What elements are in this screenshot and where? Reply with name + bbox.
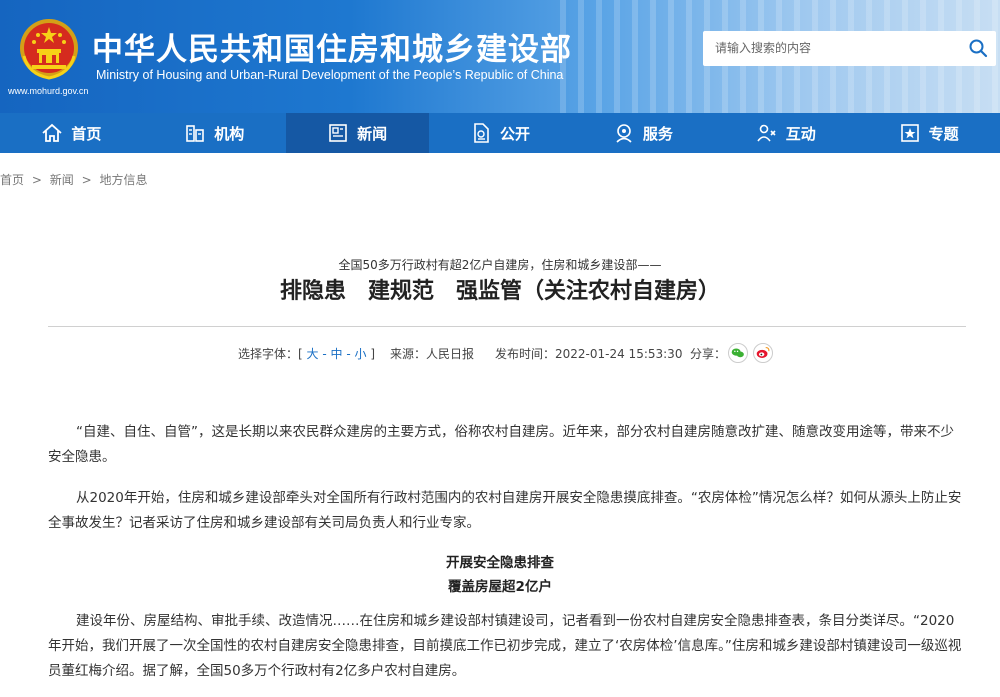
nav-item-label: 首页 xyxy=(71,124,102,143)
national-emblem-icon xyxy=(20,19,78,80)
weibo-share-icon[interactable] xyxy=(753,343,773,363)
wechat-share-icon[interactable] xyxy=(728,343,748,363)
nav-item-topic[interactable]: 专题 xyxy=(857,113,1000,153)
share-label: 分享： xyxy=(690,347,727,361)
main-nav: 首页 机构 新闻 公开 服务 互动 专题 xyxy=(0,113,1000,153)
nav-item-label: 新闻 xyxy=(357,124,388,143)
nav-item-institutions[interactable]: 机构 xyxy=(143,113,286,153)
site-title-cn[interactable]: 中华人民共和国住房和城乡建设部 xyxy=(92,24,572,69)
nav-item-label: 专题 xyxy=(928,124,959,143)
section-heading: 开展安全隐患排查 xyxy=(446,555,554,571)
site-title-en: Ministry of Housing and Urban-Rural Deve… xyxy=(96,68,564,82)
search-box xyxy=(703,31,996,66)
search-icon[interactable] xyxy=(968,38,988,58)
font-size-selector: 选择字体：[ 大 - 中 - 小 ] xyxy=(238,345,375,362)
wechat-icon xyxy=(731,348,744,358)
home-icon xyxy=(42,123,63,142)
article-paragraph: “自建、自住、自管”，这是长期以来农民群众建房的主要方式，俗称农村自建房。近年来… xyxy=(48,424,954,465)
document-icon xyxy=(474,123,489,143)
breadcrumb-separator: > xyxy=(31,173,42,187)
breadcrumb-separator: > xyxy=(81,173,92,187)
service-icon xyxy=(616,124,632,143)
nav-item-label: 机构 xyxy=(214,124,245,143)
interact-icon xyxy=(757,124,776,142)
nav-item-interact[interactable]: 互动 xyxy=(714,113,857,153)
nav-item-label: 公开 xyxy=(500,124,531,143)
font-size-sep: - xyxy=(322,347,327,361)
article-paragraph: 建设年份、房屋结构、审批手续、改造情况……在住房和城乡建设部村镇建设司，记者看到… xyxy=(48,613,962,679)
font-size-small-link[interactable]: 小 xyxy=(355,347,367,361)
breadcrumb-news[interactable]: 新闻 xyxy=(50,173,74,187)
breadcrumb: 首页 > 新闻 > 地方信息 xyxy=(0,171,151,188)
site-header: www.mohurd.gov.cn 中华人民共和国住房和城乡建设部 Minist… xyxy=(0,0,1000,113)
breadcrumb-current[interactable]: 地方信息 xyxy=(99,173,147,187)
font-size-label: 选择字体：[ xyxy=(238,347,303,361)
article-source: 来源：人民日报 xyxy=(390,347,475,361)
search-input[interactable] xyxy=(715,38,955,58)
breadcrumb-home[interactable]: 首页 xyxy=(0,173,24,187)
section-heading: 覆盖房屋超2亿户 xyxy=(448,579,552,595)
nav-item-news[interactable]: 新闻 xyxy=(285,113,429,153)
weibo-icon xyxy=(756,347,770,358)
article-paragraph: 从2020年开始，住房和城乡建设部牵头对全国所有行政村范围内的农村自建房开展安全… xyxy=(48,490,962,531)
topic-icon xyxy=(900,124,919,142)
font-size-large-link[interactable]: 大 xyxy=(307,347,319,361)
nav-item-label: 互动 xyxy=(785,124,816,143)
font-size-sep: - xyxy=(346,347,351,361)
title-divider xyxy=(48,326,966,327)
font-size-close: ] xyxy=(370,347,376,361)
font-size-medium-link[interactable]: 中 xyxy=(331,347,343,361)
nav-item-service[interactable]: 服务 xyxy=(571,113,714,153)
article-subtitle: 全国50多万行政村有超2亿户自建房，住房和城乡建设部—— xyxy=(338,258,662,272)
nav-item-label: 服务 xyxy=(642,124,673,143)
article-title: 排隐患 建规范 强监管（关注农村自建房） xyxy=(279,279,720,304)
site-url: www.mohurd.gov.cn xyxy=(8,86,89,96)
building-icon xyxy=(186,125,205,142)
nav-item-home[interactable]: 首页 xyxy=(0,113,143,153)
article-publish-time: 发布时间：2022-01-24 15:53:30 xyxy=(495,347,683,361)
nav-item-public[interactable]: 公开 xyxy=(429,113,572,153)
news-icon xyxy=(329,124,347,142)
